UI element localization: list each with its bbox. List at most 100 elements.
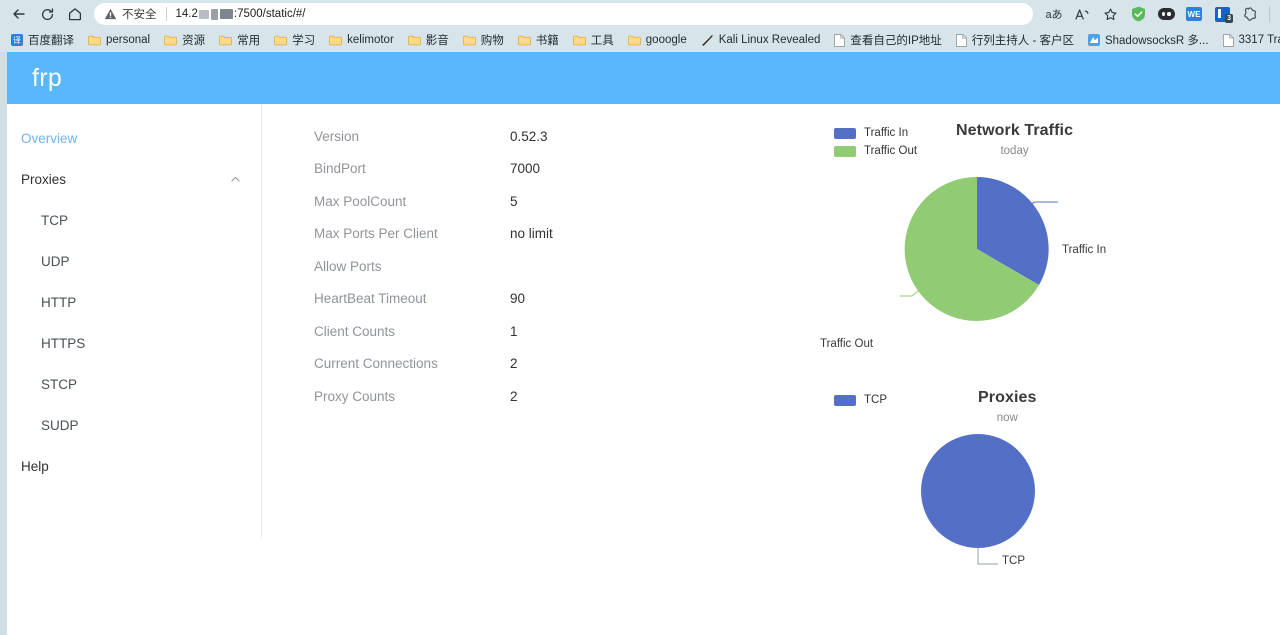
page-icon [834,33,846,47]
puzzle-extension-icon[interactable] [1237,2,1263,26]
table-row: Version 0.52.3 [314,120,822,153]
sidebar-item-label: TCP [41,213,68,228]
sidebar-item-label: Proxies [21,172,67,187]
sidebar-item-stcp[interactable]: STCP [7,364,261,405]
security-indicator[interactable]: 不安全 [104,6,157,22]
kali-dragon-icon [701,34,713,46]
network-traffic-pie-area: Traffic In Traffic Out [820,160,1202,375]
network-traffic-chart: Traffic In Traffic Out Network Traffic t… [820,120,1202,375]
shadowsocksr-icon [1087,34,1100,46]
we-extension-icon[interactable]: WE [1181,2,1207,26]
bookmark-item[interactable]: 书籍 [511,30,566,50]
bookmark-label: Kali Linux Revealed [718,34,821,46]
home-icon[interactable] [62,2,88,26]
bookmarks-bar: 译 百度翻译 personal 资源 常用 学习 kelimotor 影音 购物… [0,28,1280,52]
folder-icon [627,35,641,45]
bookmark-label: 查看自己的IP地址 [850,35,942,47]
toolbar-actions: aあ WE 3 [1041,2,1274,26]
row-label: HeartBeat Timeout [314,291,427,307]
row-label: BindPort [314,161,366,177]
bookmark-item[interactable]: kelimotor [322,32,401,48]
bookmark-label: ShadowsocksR 多... [1104,35,1209,47]
proxies-pie-area: TCP [822,424,1202,635]
chart-title: Network Traffic [956,122,1074,139]
bookmark-item[interactable]: Kali Linux Revealed [694,32,828,48]
main-content: Version 0.52.3 BindPort 7000 Max PoolCou… [262,104,1280,635]
app-body: Overview Proxies TCP UDP HTTP HTTPS STCP… [7,104,1280,635]
row-value: 5 [510,193,518,209]
bookmark-label: 3317 Travel images... [1238,34,1280,46]
folder-icon [329,35,342,45]
bookmark-item[interactable]: 影音 [401,30,456,50]
network-traffic-pie[interactable] [900,154,1200,344]
sidebar-item-https[interactable]: HTTPS [7,323,261,364]
sidebar-item-help[interactable]: Help [7,446,261,487]
font-style-icon[interactable] [1069,2,1095,26]
legend-swatch-traffic-out [834,145,856,157]
bookmark-label: 购物 [480,35,504,47]
page-viewport: frp Overview Proxies TCP UDP HTTP HTTPS … [0,52,1280,635]
bookmark-label: 常用 [237,35,261,47]
row-label: Max PoolCount [314,193,407,209]
proxies-pie[interactable] [920,418,1180,618]
shield-extension-icon[interactable] [1125,2,1151,26]
folder-icon [407,35,421,45]
sidebar-item-tcp[interactable]: TCP [7,200,261,241]
legend-item[interactable]: TCP [834,391,956,409]
address-bar[interactable]: 不安全 14.2 :7500/static/#/ [94,3,1033,25]
browser-chrome: 不安全 14.2 :7500/static/#/ aあ WE 3 译 百度翻译 … [0,0,1280,52]
bookmark-item[interactable]: personal [81,32,157,48]
folder-icon [517,35,531,45]
warning-triangle-icon [104,8,117,20]
back-arrow-icon[interactable] [6,2,32,26]
folder-icon [462,35,476,45]
sidebar-item-http[interactable]: HTTP [7,282,261,323]
url-suffix: :7500/static/#/ [233,8,306,20]
legend-label: Traffic In [864,127,909,139]
row-value: 2 [510,356,518,372]
sidebar-item-proxies[interactable]: Proxies [7,159,261,200]
folder-icon [274,35,287,45]
row-value: 0.52.3 [510,128,548,144]
bookmark-item[interactable]: 购物 [456,30,511,50]
url-redaction-3 [219,9,233,19]
read-aloud-icon[interactable]: aあ [1041,2,1067,26]
bookmark-label: 资源 [182,35,206,47]
dark-extension-icon[interactable] [1153,2,1179,26]
proxies-legend: TCP [834,387,956,409]
sidebar-item-sudp[interactable]: SUDP [7,405,261,446]
app-header: frp [7,52,1280,104]
row-label: Current Connections [314,356,438,372]
folder-icon [572,35,586,45]
table-row: Allow Ports [314,250,822,283]
legend-item[interactable]: Traffic In [834,124,956,142]
bookmark-item[interactable]: 常用 [212,30,267,50]
bookmark-item[interactable]: 译 百度翻译 [4,30,81,50]
bookmark-item[interactable]: 3317 Travel images... [1216,32,1280,49]
baidu-translate-icon: 译 [11,34,23,46]
bookmark-label: 学习 [292,35,316,47]
bookmark-item[interactable]: 工具 [566,30,621,50]
sidebar-item-label: Overview [21,131,78,146]
url-display[interactable]: 14.2 :7500/static/#/ [176,8,306,20]
chart-title: Proxies [978,389,1037,406]
bookmark-item[interactable]: 学习 [267,30,322,50]
legend-swatch-traffic-in [834,127,856,139]
bookmark-item[interactable]: 查看自己的IP地址 [827,30,948,50]
sidebar-item-udp[interactable]: UDP [7,241,261,282]
bookmark-item[interactable]: 资源 [157,30,212,50]
table-row: HeartBeat Timeout 90 [314,283,822,316]
sidebar-item-overview[interactable]: Overview [7,118,261,159]
bookmark-item[interactable]: 行列主持人 - 客户区 [949,30,1081,50]
tab-manager-extension-icon[interactable]: 3 [1209,2,1235,26]
bookmark-item[interactable]: gooogle [621,32,694,48]
table-row: Client Counts 1 [314,315,822,348]
favorite-star-icon[interactable] [1097,2,1123,26]
bookmark-label: 书籍 [535,35,559,47]
app-title: frp [32,63,63,92]
bookmark-item[interactable]: ShadowsocksR 多... [1081,30,1216,50]
folder-icon [219,35,232,45]
row-value: 2 [510,388,518,404]
reload-icon[interactable] [34,2,60,26]
bookmark-label: personal [106,34,151,46]
